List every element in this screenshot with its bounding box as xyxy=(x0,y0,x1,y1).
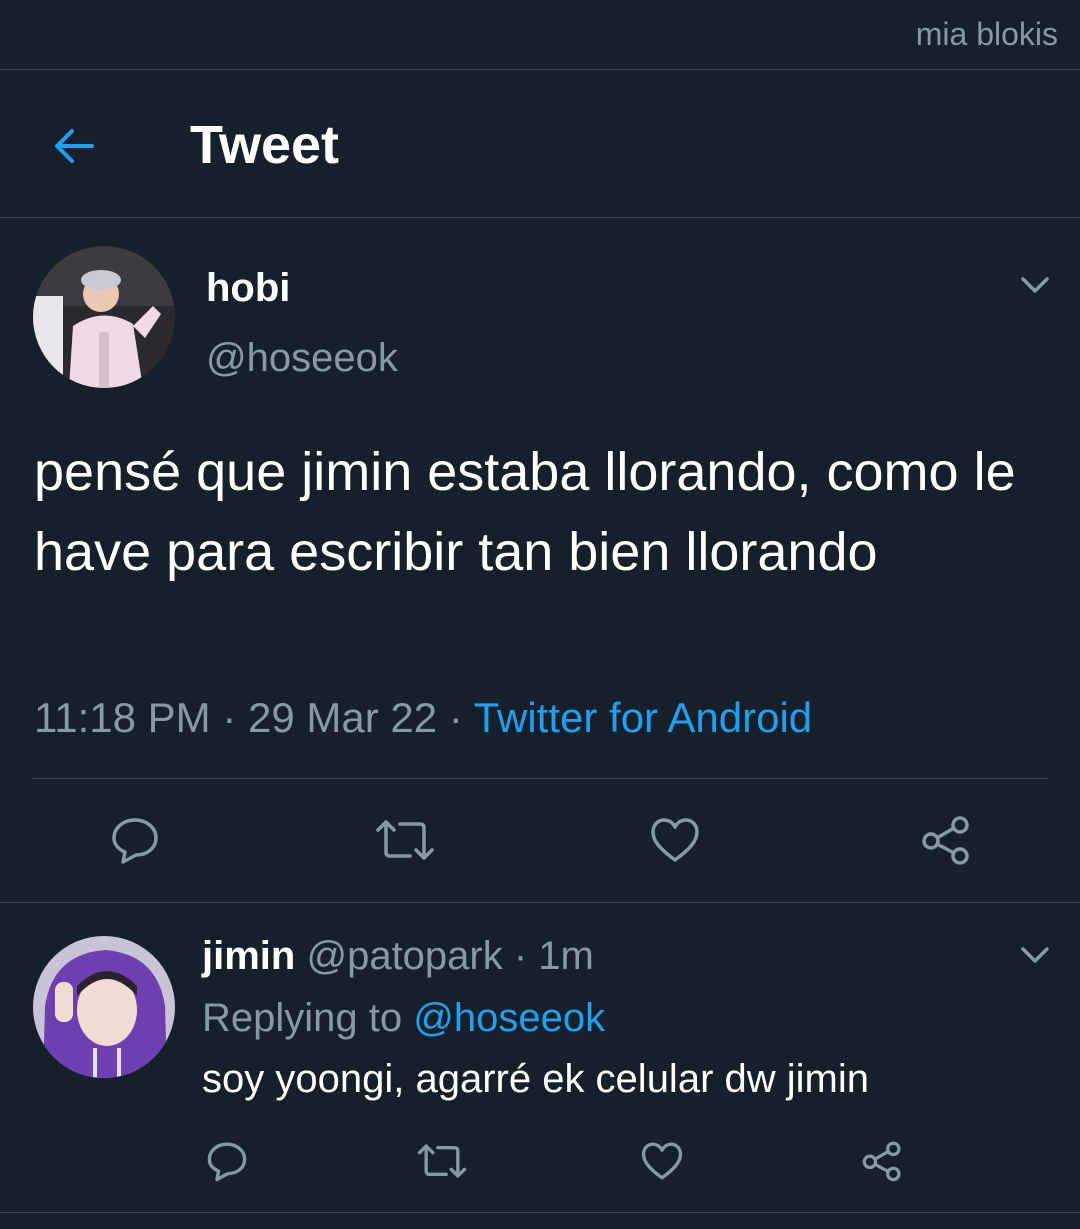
separator: · xyxy=(502,934,539,978)
avatar-jimin[interactable] xyxy=(33,936,175,1078)
author-display-name[interactable]: hobi xyxy=(206,266,290,311)
tweet-text: pensé que jimin estaba llorando, como le… xyxy=(34,442,1016,582)
reply-handle[interactable]: @patopark xyxy=(306,934,502,978)
back-button[interactable] xyxy=(46,118,102,174)
share-icon xyxy=(922,816,969,865)
header-bar: Tweet xyxy=(0,70,1080,218)
like-button[interactable] xyxy=(646,812,704,868)
like-button[interactable] xyxy=(636,1138,688,1184)
retweet-button[interactable] xyxy=(372,812,438,868)
share-button[interactable] xyxy=(856,1138,908,1184)
divider xyxy=(0,902,1080,903)
divider xyxy=(0,1212,1080,1213)
tweet-metadata: 11:18 PM · 29 Mar 22 · Twitter for Andro… xyxy=(34,694,812,742)
top-strip: mia blokis xyxy=(0,0,1080,70)
share-button[interactable] xyxy=(916,812,976,868)
tweet-time: 11:18 PM xyxy=(34,694,211,741)
like-icon xyxy=(651,818,699,862)
reply-age: 1m xyxy=(538,934,594,978)
author-handle[interactable]: @hoseeok xyxy=(206,336,398,381)
reply-text: soy yoongi, agarré ek celular dw jimin xyxy=(202,1057,869,1101)
reply-menu-caret[interactable] xyxy=(1018,940,1052,970)
tweet-menu-caret[interactable] xyxy=(1018,270,1052,300)
replying-to-line: Replying to @hoseeok xyxy=(202,996,605,1041)
retweet-icon xyxy=(376,820,434,860)
replying-to-prefix: Replying to xyxy=(202,996,414,1040)
like-icon xyxy=(641,1142,683,1180)
tweet-source-link[interactable]: Twitter for Android xyxy=(474,694,812,741)
tweet-date: 29 Mar 22 xyxy=(247,694,438,741)
share-icon xyxy=(862,1141,901,1182)
page-title: Tweet xyxy=(190,115,340,175)
reply-button[interactable] xyxy=(104,812,166,868)
avatar-hobi[interactable] xyxy=(33,246,175,388)
separator: · xyxy=(210,694,248,741)
reply-header: jimin @patopark · 1m xyxy=(202,934,594,979)
reply-display-name[interactable]: jimin xyxy=(202,934,295,978)
chevron-down-icon xyxy=(1021,947,1049,963)
watermark-text: mia blokis xyxy=(915,16,1058,52)
replying-to-mention[interactable]: @hoseeok xyxy=(413,996,605,1040)
arrow-left-icon xyxy=(55,129,94,163)
retweet-icon xyxy=(417,1144,467,1178)
separator: · xyxy=(437,694,474,741)
reply-button[interactable] xyxy=(202,1138,252,1184)
reply-icon xyxy=(112,818,158,864)
reply-icon xyxy=(207,1142,247,1182)
divider xyxy=(32,778,1048,779)
retweet-button[interactable] xyxy=(414,1138,470,1184)
chevron-down-icon xyxy=(1021,277,1049,293)
